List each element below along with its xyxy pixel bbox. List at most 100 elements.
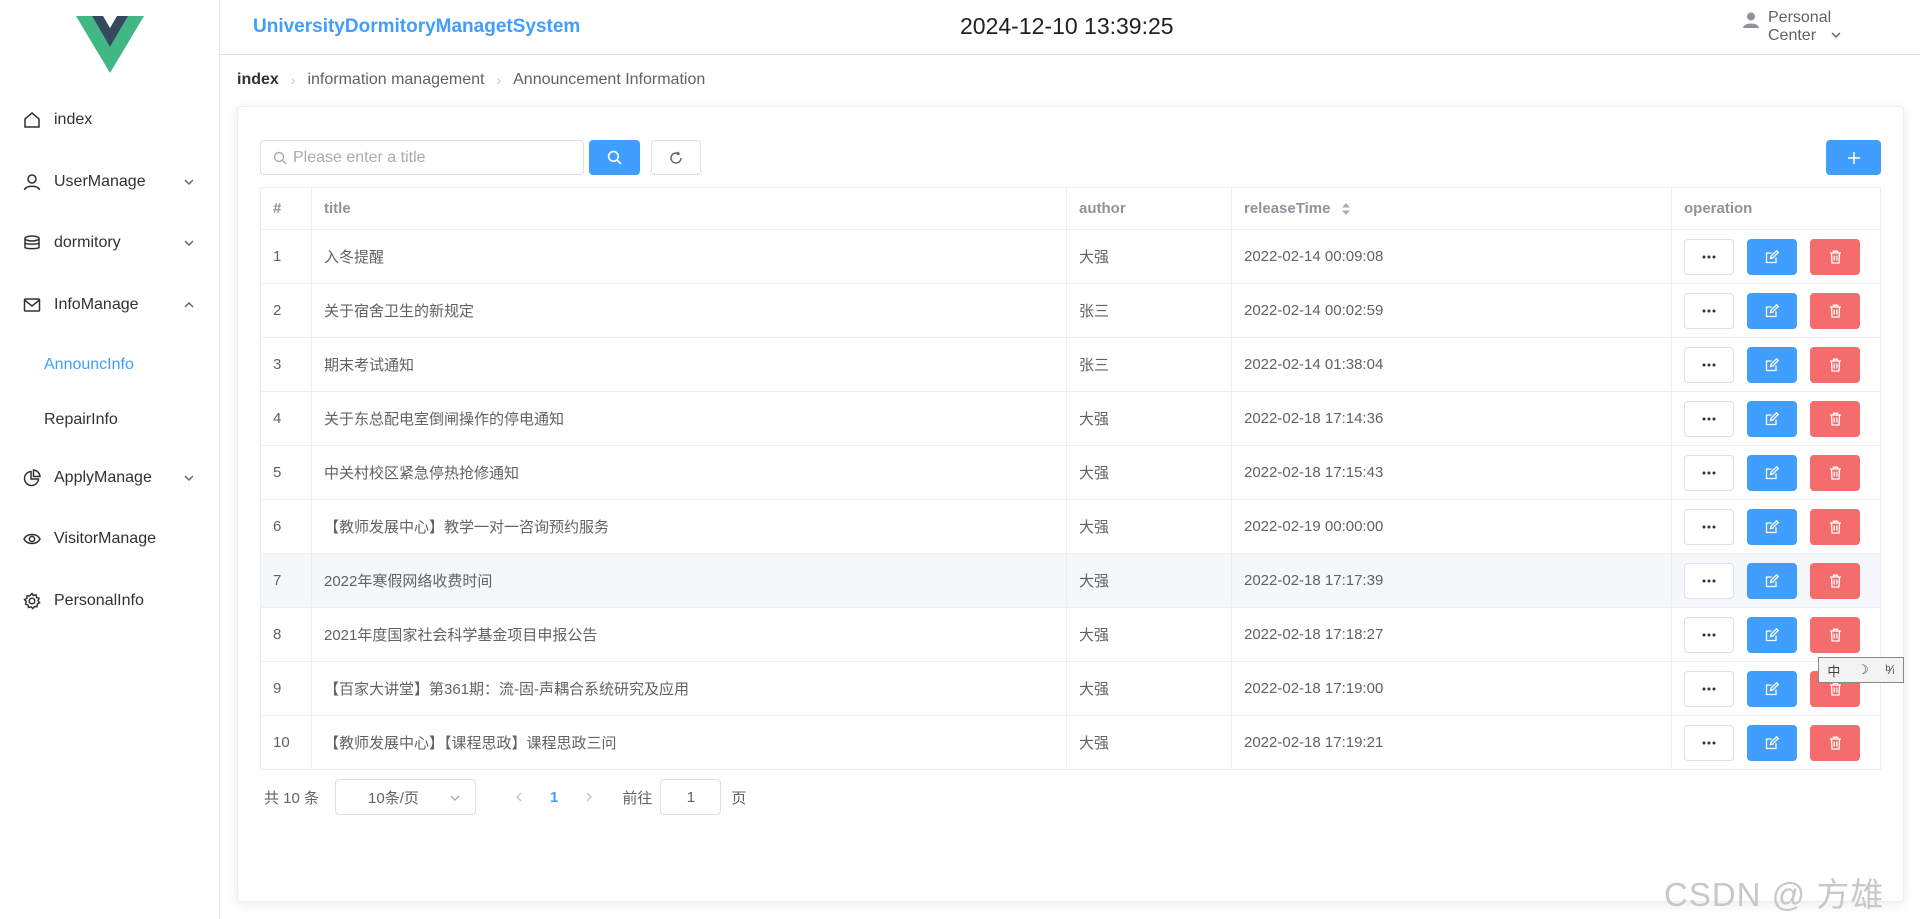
- cell-release-time: 2022-02-19 00:00:00: [1231, 499, 1672, 554]
- refresh-icon: [670, 151, 682, 164]
- cell-author: 张三: [1066, 337, 1232, 392]
- cell-index: 4: [260, 391, 312, 446]
- edit-button[interactable]: [1747, 346, 1797, 383]
- sidebar-item-label: ApplyManage: [54, 469, 152, 486]
- prev-page-icon[interactable]: [512, 790, 526, 804]
- edit-button[interactable]: [1747, 454, 1797, 491]
- trash-icon: [1829, 520, 1841, 534]
- cell-author: 大强: [1066, 391, 1232, 446]
- cell-index: 6: [260, 499, 312, 554]
- cell-author: 大强: [1066, 445, 1232, 500]
- sidebar-item-applymanage[interactable]: ApplyManage: [0, 450, 219, 506]
- personal-center-menu[interactable]: Personal Center: [1742, 9, 1841, 45]
- edit-button[interactable]: [1747, 238, 1797, 275]
- breadcrumb-item-index[interactable]: index: [237, 71, 279, 89]
- more-button[interactable]: [1684, 238, 1734, 275]
- sidebar-subitem-announcinfo[interactable]: AnnouncInfo: [0, 340, 219, 390]
- home-icon: [22, 110, 42, 130]
- add-button[interactable]: [1826, 140, 1881, 175]
- delete-button[interactable]: [1810, 238, 1860, 275]
- edit-icon: [1765, 573, 1779, 587]
- table-row: 9 【百家大讲堂】第361期：流-固-声耦合系统研究及应用 大强 2022-02-18…: [260, 661, 1881, 716]
- app-title: UniversityDormitoryManagetSystem: [253, 16, 581, 37]
- sidebar-item-label: dormitory: [54, 234, 121, 251]
- chevron-up-icon: [184, 302, 194, 308]
- sort-caret-icon[interactable]: [1341, 202, 1351, 216]
- cell-title: 【教师发展中心】教学一对一咨询预约服务: [311, 499, 1067, 554]
- cell-operation: [1671, 283, 1881, 338]
- goto-page-input[interactable]: [660, 779, 722, 815]
- delete-button[interactable]: [1810, 400, 1860, 437]
- cell-release-time: 2022-02-14 00:09:08: [1231, 229, 1672, 284]
- sidebar-subitem-repairinfo[interactable]: RepairInfo: [0, 395, 219, 445]
- sidebar-item-visitormanage[interactable]: VisitorManage: [0, 511, 219, 567]
- edit-button[interactable]: [1747, 508, 1797, 545]
- sidebar-item-personalinfo[interactable]: PersonalInfo: [0, 573, 219, 629]
- trash-icon: [1829, 574, 1841, 588]
- more-button[interactable]: [1684, 616, 1734, 653]
- moon-icon[interactable]: ☽: [1855, 662, 1871, 678]
- sidebar-item-label: PersonalInfo: [54, 592, 144, 609]
- more-button[interactable]: [1684, 562, 1734, 599]
- more-button[interactable]: [1684, 292, 1734, 329]
- edit-button[interactable]: [1747, 670, 1797, 707]
- sidebar-item-dormitory[interactable]: dormitory: [0, 215, 219, 271]
- cell-release-time: 2022-02-18 17:19:00: [1231, 661, 1672, 716]
- delete-button[interactable]: [1810, 616, 1860, 653]
- search-input[interactable]: [293, 148, 573, 167]
- more-button[interactable]: [1684, 724, 1734, 761]
- ime-punct-label[interactable]: ᵇ⁄ₗ: [1883, 662, 1896, 678]
- delete-button[interactable]: [1810, 292, 1860, 329]
- edit-button[interactable]: [1747, 724, 1797, 761]
- trash-icon: [1829, 412, 1841, 426]
- more-button[interactable]: [1684, 454, 1734, 491]
- edit-icon: [1765, 303, 1779, 317]
- cell-release-time: 2022-02-18 17:17:39: [1231, 553, 1672, 608]
- sidebar-item-infomanage[interactable]: InfoManage: [0, 277, 219, 333]
- edit-button[interactable]: [1747, 292, 1797, 329]
- delete-button[interactable]: [1810, 562, 1860, 599]
- delete-button[interactable]: [1810, 508, 1860, 545]
- delete-button[interactable]: [1810, 346, 1860, 383]
- page-size-select[interactable]: 10条/页: [335, 779, 477, 815]
- more-button[interactable]: [1684, 346, 1734, 383]
- more-button[interactable]: [1684, 670, 1734, 707]
- edit-button[interactable]: [1747, 562, 1797, 599]
- sidebar-item-usermanage[interactable]: UserManage: [0, 154, 219, 210]
- edit-button[interactable]: [1747, 400, 1797, 437]
- ime-toolbar[interactable]: 中 ☽ ᵇ⁄ₗ: [1818, 657, 1904, 683]
- column-header-releasetime[interactable]: releaseTime: [1231, 187, 1672, 230]
- user-icon: [22, 172, 42, 192]
- next-page-icon[interactable]: [582, 790, 596, 804]
- delete-button[interactable]: [1810, 724, 1860, 761]
- user-avatar-icon: [1743, 12, 1759, 28]
- page-number-current[interactable]: 1: [550, 789, 558, 806]
- search-field[interactable]: [260, 140, 584, 175]
- sidebar-item-label: VisitorManage: [54, 530, 156, 547]
- personal-center-label: Personal Center: [1768, 9, 1832, 44]
- column-header-index: #: [260, 187, 312, 230]
- search-button[interactable]: [589, 140, 640, 175]
- more-button[interactable]: [1684, 400, 1734, 437]
- cell-release-time: 2022-02-18 17:19:21: [1231, 715, 1672, 770]
- more-button[interactable]: [1684, 508, 1734, 545]
- edit-icon: [1765, 357, 1779, 371]
- reset-button[interactable]: [651, 140, 701, 175]
- ime-mode-label[interactable]: 中: [1825, 661, 1842, 680]
- plus-icon: [1847, 151, 1860, 164]
- edit-icon: [1765, 465, 1779, 479]
- csdn-watermark: CSDN @ 方雄: [1664, 876, 1885, 913]
- table-row: 3 期末考试通知 张三 2022-02-14 01:38:04: [260, 337, 1881, 392]
- edit-button[interactable]: [1747, 616, 1797, 653]
- cell-author: 大强: [1066, 499, 1232, 554]
- table-header-row: # title author releaseTime operation: [260, 187, 1881, 230]
- cell-title: 【教师发展中心】【课程思政】课程思政三问: [311, 715, 1067, 770]
- goto-label: 前往: [622, 789, 653, 807]
- delete-button[interactable]: [1810, 454, 1860, 491]
- cell-title: 中关村校区紧急停热抢修通知: [311, 445, 1067, 500]
- chevron-down-icon: [184, 240, 194, 246]
- cell-author: 大强: [1066, 661, 1232, 716]
- cell-author: 大强: [1066, 715, 1232, 770]
- cell-operation: [1671, 499, 1881, 554]
- sidebar-item-index[interactable]: index: [0, 92, 219, 148]
